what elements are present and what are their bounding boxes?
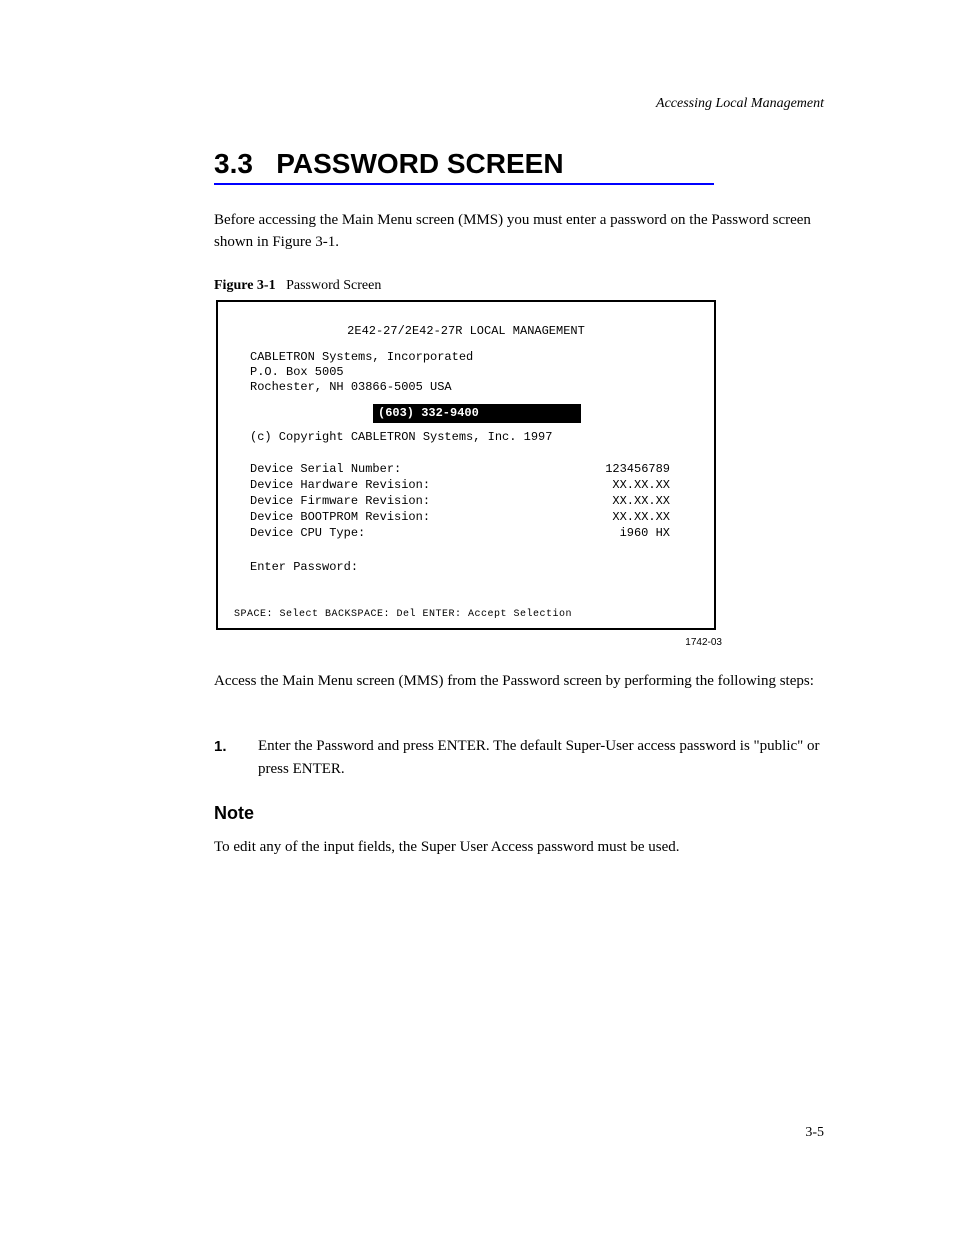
menu-hw-rev-label: Device Hardware Revision: [250, 478, 430, 492]
intro-paragraph: Before accessing the Main Menu screen (M… [214, 210, 824, 254]
step-1-number: 1. [214, 735, 227, 758]
figure-caption: Figure 3-1 Password Screen [214, 278, 381, 294]
section-heading: 3.3 PASSWORD SCREEN [214, 148, 564, 180]
heading-underline [214, 183, 714, 185]
menu-enter-password[interactable]: Enter Password: [250, 560, 358, 574]
menu-fw-rev-value: XX.XX.XX [612, 494, 670, 508]
menu-company: CABLETRON Systems, Incorporated [250, 350, 473, 364]
menu-title: 2E42-27/2E42-27R LOCAL MANAGEMENT [218, 324, 714, 338]
menu-cpu-label: Device CPU Type: [250, 526, 365, 540]
menu-device-serial-value: 123456789 [605, 462, 670, 476]
step-1-text: Enter the Password and press ENTER. The … [258, 738, 820, 777]
section-number: 3.3 [214, 148, 253, 179]
step-1: 1. Enter the Password and press ENTER. T… [214, 735, 824, 782]
menu-bootprom-value: XX.XX.XX [612, 510, 670, 524]
menu-footer-help: SPACE: Select BACKSPACE: Del ENTER: Acce… [234, 609, 572, 620]
note-label: Note [214, 803, 254, 823]
figure-label: Figure 3-1 [214, 278, 276, 293]
note-heading: Note [214, 800, 824, 828]
menu-hw-rev-value: XX.XX.XX [612, 478, 670, 492]
section-title: PASSWORD SCREEN [276, 148, 563, 179]
menu-address2: Rochester, NH 03866-5005 USA [250, 380, 452, 394]
note-text: To edit any of the input fields, the Sup… [214, 836, 824, 859]
menu-bootprom-label: Device BOOTPROM Revision: [250, 510, 430, 524]
terminal-menu-box: 2E42-27/2E42-27R LOCAL MANAGEMENT CABLET… [216, 300, 716, 630]
menu-address: P.O. Box 5005 [250, 365, 344, 379]
figure-caption-text: Password Screen [286, 278, 381, 293]
screen-id: 1742-03 [685, 637, 722, 648]
menu-phone: (603) 332-9400 [378, 406, 479, 420]
menu-fw-rev-label: Device Firmware Revision: [250, 494, 430, 508]
page-number: 3-5 [805, 1125, 824, 1141]
menu-cpu-value: i960 HX [620, 526, 670, 540]
menu-copyright: (c) Copyright CABLETRON Systems, Inc. 19… [250, 430, 552, 444]
body-paragraph-1: Access the Main Menu screen (MMS) from t… [214, 670, 824, 693]
running-header: Accessing Local Management [656, 96, 824, 112]
menu-device-serial-label: Device Serial Number: [250, 462, 401, 476]
